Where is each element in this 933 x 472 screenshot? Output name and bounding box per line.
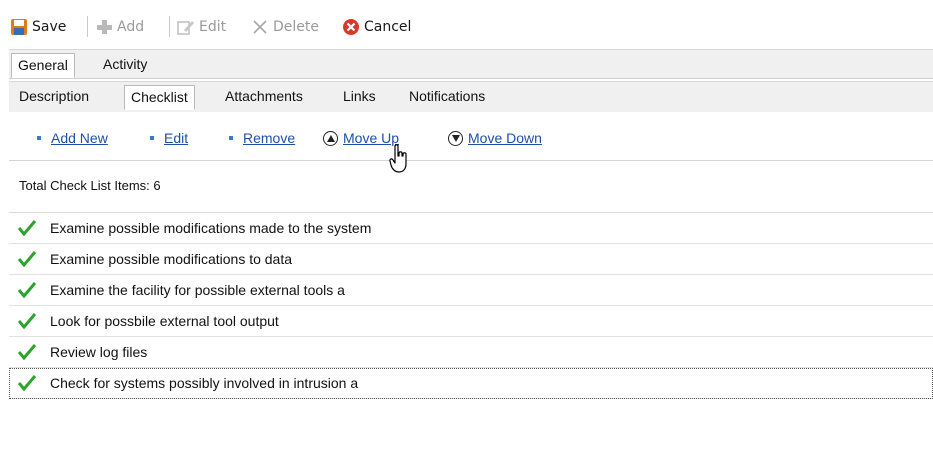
add-label: Add: [117, 19, 145, 35]
delete-button[interactable]: Delete: [251, 17, 319, 37]
tab-links[interactable]: Links: [337, 85, 382, 107]
tab-activity[interactable]: Activity: [97, 53, 153, 75]
save-button[interactable]: Save: [10, 17, 66, 37]
checklist-item-text: Examine possible modifications to data: [50, 251, 293, 267]
tab-attachments[interactable]: Attachments: [219, 85, 309, 107]
checklist-item-text: Review log files: [50, 344, 148, 360]
edit-label: Edit: [199, 19, 227, 35]
green-check-icon: [18, 220, 36, 236]
green-check-icon: [18, 344, 36, 360]
cancel-label: Cancel: [364, 19, 412, 35]
delete-label: Delete: [273, 19, 319, 35]
edit-button[interactable]: Edit: [177, 17, 226, 37]
tab-description[interactable]: Description: [13, 85, 95, 107]
move-up-action[interactable]: Move Up: [323, 129, 399, 147]
green-check-icon: [18, 251, 36, 267]
tab-general[interactable]: General: [11, 53, 75, 78]
delete-x-icon: [251, 18, 269, 36]
add-icon: [95, 18, 113, 36]
remove-action[interactable]: Remove: [229, 129, 295, 147]
checklist: Examine possible modifications made to t…: [9, 212, 933, 472]
edit-action[interactable]: Edit: [150, 129, 188, 147]
main-tab-bar: General Activity: [9, 49, 933, 79]
add-button[interactable]: Add: [95, 17, 144, 37]
total-items-label: Total Check List Items: 6: [19, 178, 161, 193]
checklist-item-text: Examine possible modifications made to t…: [50, 220, 372, 236]
sub-tab-bar: Description Checklist Attachments Links …: [9, 81, 933, 113]
add-new-action[interactable]: Add New: [37, 129, 108, 147]
arrow-up-circle-icon: [323, 130, 338, 146]
floppy-disk-icon: [10, 18, 28, 36]
bullet-icon: [37, 136, 41, 140]
hand-pointer-cursor-icon: [389, 144, 409, 174]
toolbar-divider: [169, 16, 170, 37]
green-check-icon: [18, 313, 36, 329]
bullet-icon: [229, 136, 233, 140]
cancel-icon: [342, 18, 360, 36]
remove-link[interactable]: Remove: [243, 130, 295, 146]
move-down-link[interactable]: Move Down: [468, 130, 542, 146]
pencil-edit-icon: [177, 18, 195, 36]
green-check-icon: [18, 282, 36, 298]
checklist-item[interactable]: Examine possible modifications made to t…: [9, 213, 933, 244]
checklist-item[interactable]: Review log files: [9, 337, 933, 368]
checklist-item-text: Examine the facility for possible extern…: [50, 282, 345, 298]
cancel-button[interactable]: Cancel: [342, 17, 411, 37]
checklist-actions: Add New Edit Remove Move Up Move Down: [9, 112, 933, 161]
bullet-icon: [150, 136, 154, 140]
toolbar: Save Add Edit Delete Cancel: [0, 0, 933, 48]
checklist-item[interactable]: Look for possbile external tool output: [9, 306, 933, 337]
add-new-link[interactable]: Add New: [51, 130, 108, 146]
toolbar-divider: [87, 16, 88, 37]
checklist-item[interactable]: Examine possible modifications to data: [9, 244, 933, 275]
tab-notifications[interactable]: Notifications: [403, 85, 491, 107]
checklist-item-selected[interactable]: Check for systems possibly involved in i…: [9, 368, 933, 399]
checklist-item[interactable]: Examine the facility for possible extern…: [9, 275, 933, 306]
move-down-action[interactable]: Move Down: [448, 129, 542, 147]
checklist-item-text: Look for possbile external tool output: [50, 313, 279, 329]
tab-checklist[interactable]: Checklist: [124, 85, 195, 110]
green-check-icon: [18, 375, 36, 391]
checklist-item-text: Check for systems possibly involved in i…: [50, 375, 359, 391]
arrow-down-circle-icon: [448, 130, 463, 146]
edit-link[interactable]: Edit: [164, 130, 188, 146]
save-label: Save: [32, 19, 67, 35]
